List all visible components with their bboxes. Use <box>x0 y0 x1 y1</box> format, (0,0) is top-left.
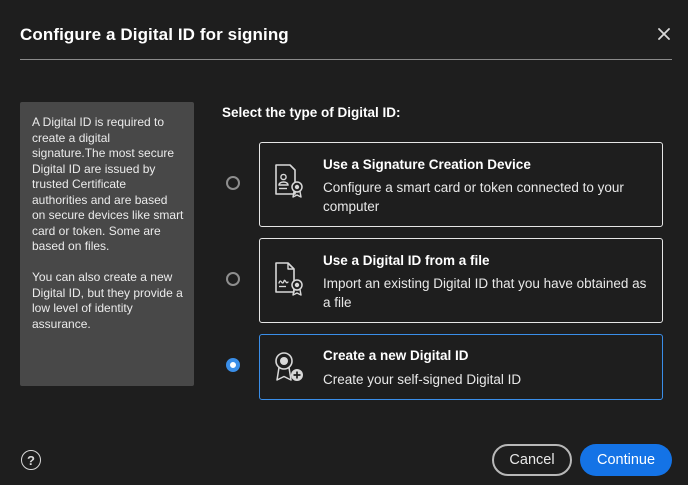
radio-digital-id-file[interactable] <box>226 272 240 286</box>
signature-device-icon <box>275 164 303 198</box>
help-icon: ? <box>27 452 35 468</box>
radio-signature-device[interactable] <box>226 176 240 190</box>
option-digital-id-from-file[interactable]: Use a Digital ID from a file Import an e… <box>259 238 663 323</box>
info-paragraph: A Digital ID is required to create a dig… <box>32 115 184 253</box>
title-divider <box>20 59 672 60</box>
option-create-new-digital-id[interactable]: Create a new Digital ID Create your self… <box>259 334 663 400</box>
option-title: Create a new Digital ID <box>323 348 469 363</box>
option-description: Import an existing Digital ID that you h… <box>323 276 647 310</box>
info-panel: A Digital ID is required to create a dig… <box>20 102 194 386</box>
option-description: Configure a smart card or token connecte… <box>323 180 624 214</box>
dialog-title: Configure a Digital ID for signing <box>20 25 289 44</box>
help-button[interactable]: ? <box>21 450 41 470</box>
radio-create-new-digital-id[interactable] <box>226 358 240 372</box>
close-button[interactable] <box>654 24 674 44</box>
option-title: Use a Digital ID from a file <box>323 253 490 268</box>
digital-id-file-icon <box>275 262 303 296</box>
configure-digital-id-dialog: Configure a Digital ID for signing A Dig… <box>0 0 688 485</box>
select-type-heading: Select the type of Digital ID: <box>222 105 401 120</box>
option-signature-creation-device[interactable]: Use a Signature Creation Device Configur… <box>259 142 663 227</box>
option-description: Create your self-signed Digital ID <box>323 372 522 387</box>
close-icon <box>658 28 670 40</box>
continue-button[interactable]: Continue <box>580 444 672 476</box>
new-digital-id-icon <box>275 352 303 381</box>
info-paragraph: You can also create a new Digital ID, bu… <box>32 270 183 331</box>
cancel-button[interactable]: Cancel <box>492 444 572 476</box>
option-title: Use a Signature Creation Device <box>323 157 531 172</box>
